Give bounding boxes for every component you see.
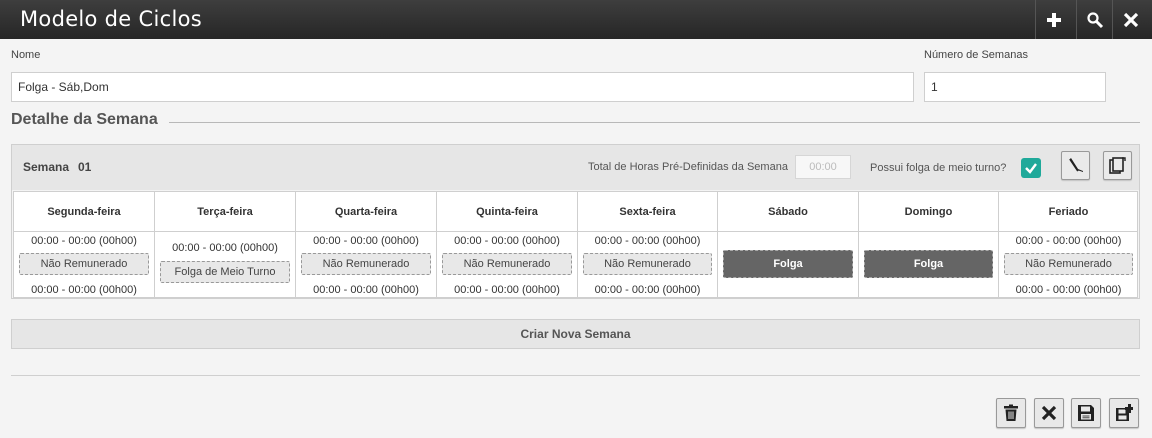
- nome-label: Nome: [11, 49, 41, 61]
- day-bottom-time: 00:00 - 00:00 (00h00): [313, 284, 419, 296]
- day-top-time: 00:00 - 00:00 (00h00): [172, 242, 278, 254]
- week-panel: Semana 01 Total de Horas Pré-Definidas d…: [11, 144, 1140, 299]
- floppy-plus-icon: [1116, 404, 1133, 421]
- day-column-sabado[interactable]: Sábado Folga: [718, 192, 859, 297]
- cancel-button[interactable]: [1034, 398, 1064, 428]
- window-title: Modelo de Ciclos: [20, 7, 202, 31]
- week-header: Semana 01 Total de Horas Pré-Definidas d…: [12, 145, 1139, 190]
- day-status[interactable]: Folga: [864, 250, 993, 278]
- close-icon: [1041, 405, 1057, 421]
- search-button[interactable]: [1076, 0, 1112, 39]
- day-bottom-time: 00:00 - 00:00 (00h00): [594, 284, 701, 296]
- day-column-sexta[interactable]: Sexta-feira 00:00 - 00:00 (00h00) Não Re…: [578, 192, 718, 297]
- day-header: Sábado: [718, 192, 858, 232]
- delete-button[interactable]: [996, 398, 1026, 428]
- day-status[interactable]: Não Remunerado: [1004, 253, 1133, 275]
- day-status[interactable]: Não Remunerado: [19, 253, 149, 275]
- day-column-segunda[interactable]: Segunda-feira 00:00 - 00:00 (00h00) Não …: [14, 192, 155, 297]
- day-header: Feriado: [999, 192, 1138, 232]
- week-number: 01: [78, 160, 92, 174]
- copy-icon: [1109, 157, 1126, 174]
- save-button[interactable]: [1071, 398, 1101, 428]
- save-new-button[interactable]: [1109, 398, 1139, 428]
- add-button[interactable]: [1035, 0, 1071, 39]
- day-status[interactable]: Folga: [723, 250, 853, 278]
- nome-input[interactable]: Folga - Sáb,Dom: [11, 72, 914, 102]
- search-icon: [1086, 12, 1103, 28]
- footer-divider: [11, 375, 1140, 376]
- hours-input[interactable]: 00:00: [795, 155, 851, 179]
- day-header: Quarta-feira: [296, 192, 436, 232]
- day-top-time: 00:00 - 00:00 (00h00): [594, 235, 701, 247]
- day-column-feriado[interactable]: Feriado 00:00 - 00:00 (00h00) Não Remune…: [999, 192, 1138, 297]
- edit-week-button[interactable]: [1061, 151, 1090, 180]
- copy-week-button[interactable]: [1103, 151, 1132, 180]
- close-icon: [1123, 12, 1138, 27]
- create-week-button[interactable]: Criar Nova Semana: [11, 319, 1140, 349]
- day-column-quarta[interactable]: Quarta-feira 00:00 - 00:00 (00h00) Não R…: [296, 192, 437, 297]
- day-status[interactable]: Folga de Meio Turno: [160, 261, 290, 283]
- day-header: Sexta-feira: [578, 192, 717, 232]
- section-title: Detalhe da Semana: [11, 111, 158, 128]
- day-bottom-time: 00:00 - 00:00 (00h00): [454, 284, 560, 296]
- day-column-domingo[interactable]: Domingo Folga: [859, 192, 999, 297]
- floppy-icon: [1078, 405, 1094, 421]
- week-name: Semana: [23, 160, 70, 174]
- day-header: Terça-feira: [155, 192, 295, 232]
- day-status[interactable]: Não Remunerado: [301, 253, 431, 275]
- title-bar: Modelo de Ciclos: [0, 0, 1152, 39]
- day-top-time: 00:00 - 00:00 (00h00): [31, 235, 137, 247]
- day-top-time: 00:00 - 00:00 (00h00): [313, 235, 419, 247]
- section-divider: [169, 122, 1140, 123]
- day-status[interactable]: Não Remunerado: [442, 253, 572, 275]
- day-column-terca[interactable]: Terça-feira 00:00 - 00:00 (00h00) Folga …: [155, 192, 296, 297]
- day-top-time: 00:00 - 00:00 (00h00): [1015, 235, 1122, 247]
- half-shift-checkbox[interactable]: [1021, 158, 1041, 178]
- check-icon: [1025, 163, 1037, 174]
- close-button[interactable]: [1112, 0, 1148, 39]
- day-status[interactable]: Não Remunerado: [583, 253, 712, 275]
- day-top-time: 00:00 - 00:00 (00h00): [454, 235, 560, 247]
- day-header: Domingo: [859, 192, 998, 232]
- plus-icon: [1046, 12, 1061, 27]
- day-header: Quinta-feira: [437, 192, 577, 232]
- trash-icon: [1004, 404, 1018, 421]
- half-shift-label: Possui folga de meio turno?: [870, 162, 1007, 174]
- pen-icon: [1069, 158, 1083, 172]
- semanas-input[interactable]: 1: [924, 72, 1106, 102]
- day-column-quinta[interactable]: Quinta-feira 00:00 - 00:00 (00h00) Não R…: [437, 192, 578, 297]
- hours-label: Total de Horas Pré-Definidas da Semana: [588, 161, 788, 173]
- semanas-label: Número de Semanas: [924, 49, 1028, 61]
- week-days-grid: Segunda-feira 00:00 - 00:00 (00h00) Não …: [13, 191, 1138, 298]
- day-header: Segunda-feira: [14, 192, 154, 232]
- day-bottom-time: 00:00 - 00:00 (00h00): [31, 284, 137, 296]
- day-bottom-time: 00:00 - 00:00 (00h00): [1015, 284, 1122, 296]
